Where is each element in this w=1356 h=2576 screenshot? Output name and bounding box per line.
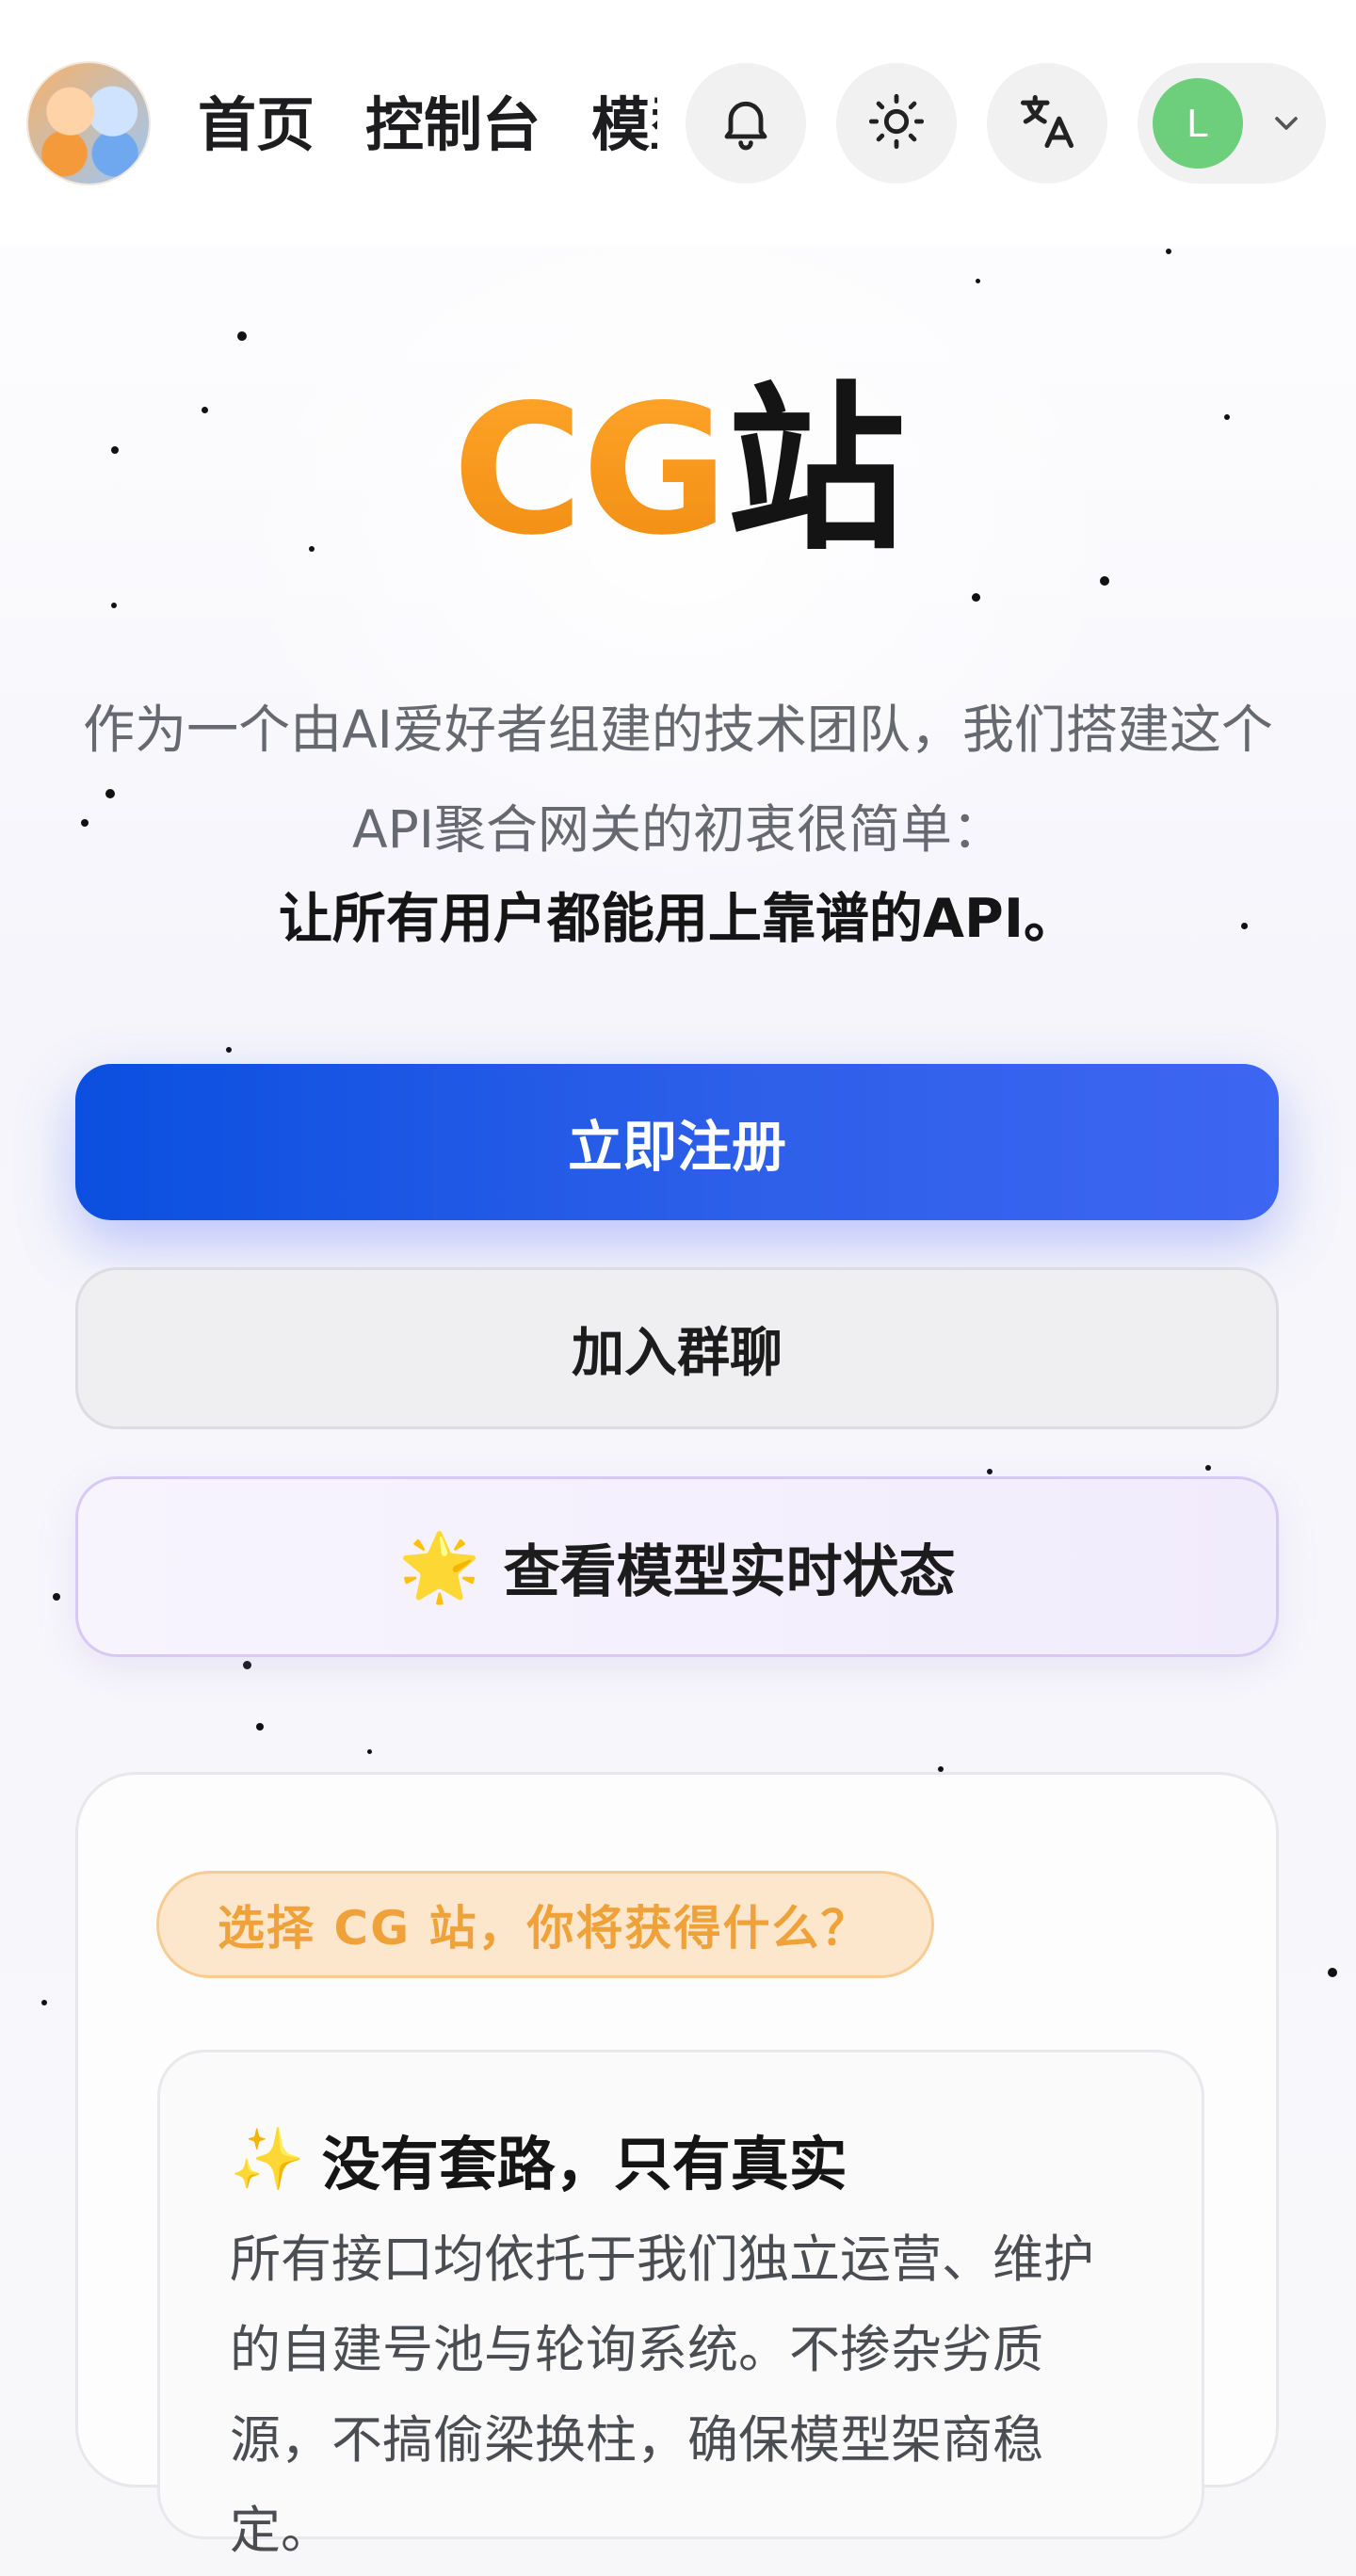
model-status-label: 查看模型实时状态 [503, 1538, 956, 1605]
main-nav: 首页 控制台 模型广场 [198, 83, 657, 168]
star-icon: 🌟 [398, 1527, 481, 1605]
sparkles-icon: ✨ [230, 2124, 305, 2195]
feature-description: 所有接口均依托于我们独立运营、维护的自建号池与轮询系统。不掺杂劣质源，不搞偷梁换… [230, 2230, 1094, 2560]
hero-tagline: 让所有用户都能用上靠谱的API。 [278, 888, 1078, 950]
nav-item-console[interactable]: 控制台 [365, 83, 541, 168]
chevron-down-icon [1267, 105, 1305, 146]
language-button[interactable] [987, 63, 1107, 184]
register-button[interactable]: 立即注册 [75, 1064, 1279, 1220]
theme-toggle-button[interactable] [836, 63, 957, 184]
translate-icon [1015, 89, 1079, 157]
sun-icon [866, 91, 927, 155]
join-group-button[interactable]: 加入群聊 [75, 1267, 1279, 1429]
bell-icon [716, 91, 776, 155]
hero-title-zhan: 站 [726, 366, 906, 574]
nav-item-home[interactable]: 首页 [198, 83, 315, 168]
feature-title: ✨ 没有套路，只有真实 [230, 2117, 848, 2201]
hero-title: CG站 [0, 372, 1356, 570]
top-navigation-bar: 首页 控制台 模型广场 L [0, 0, 1356, 245]
notifications-button[interactable] [686, 63, 806, 184]
model-status-button[interactable]: 🌟 查看模型实时状态 [75, 1476, 1279, 1657]
user-avatar: L [1153, 78, 1243, 169]
feature-title-text: 没有套路，只有真实 [321, 2130, 848, 2198]
feature-item: ✨ 没有套路，只有真实 所有接口均依托于我们独立运营、维护的自建号池与轮询系统。… [157, 2050, 1204, 2560]
user-menu[interactable]: L [1138, 63, 1326, 184]
nav-item-models[interactable]: 模型广场 [591, 83, 657, 168]
site-logo[interactable] [28, 63, 149, 184]
hero-description: 作为一个由AI爱好者组建的技术团队，我们搭建这个API聚合网关的初衷很简单： [83, 700, 1273, 860]
hero-title-cg: CG [452, 366, 728, 574]
benefits-badge: 选择 CG 站，你将获得什么？ [156, 1871, 934, 1978]
benefits-card: 选择 CG 站，你将获得什么？ ✨ 没有套路，只有真实 所有接口均依托于我们独立… [75, 1772, 1279, 2560]
